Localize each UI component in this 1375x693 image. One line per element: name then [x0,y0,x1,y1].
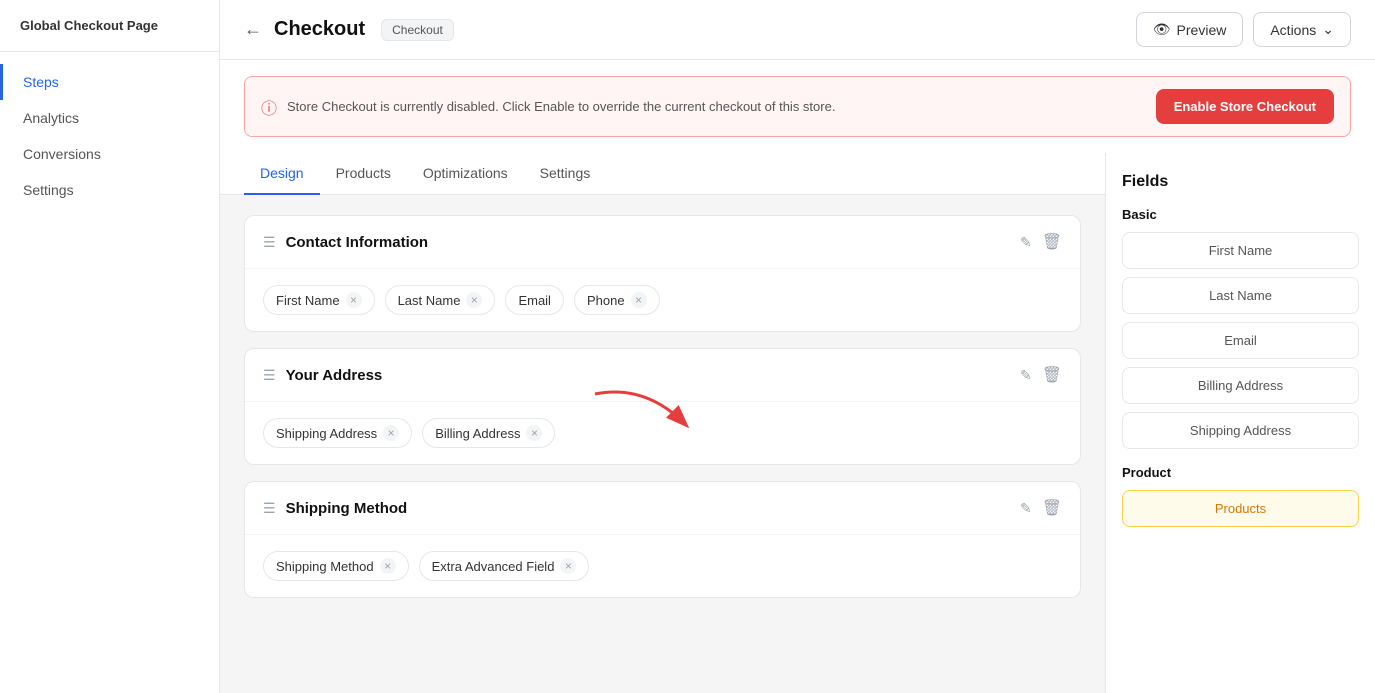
field-tag-email: Email [505,285,564,315]
remove-last-name-button[interactable]: × [466,292,482,308]
fields-product-title: Product [1122,465,1359,480]
header-actions: 👁 Preview Actions ⌄ [1136,12,1351,47]
edit-your-address-icon[interactable]: ✎ [1020,367,1032,384]
field-tag-billing-address: Billing Address × [422,418,555,448]
field-tag-extra-advanced-field: Extra Advanced Field × [419,551,590,581]
section-contact-information-header: ☰ Contact Information ✎ 🗑 [245,216,1080,269]
remove-first-name-button[interactable]: × [346,292,362,308]
sidebar-item-conversions[interactable]: Conversions [0,136,219,172]
section-shipping-method-body: Shipping Method × Extra Advanced Field × [245,535,1080,597]
remove-phone-button[interactable]: × [631,292,647,308]
sidebar-item-steps[interactable]: Steps [0,64,219,100]
delete-your-address-icon[interactable]: 🗑 [1042,365,1062,385]
section-shipping-method-title: Shipping Method [286,500,1006,517]
field-option-first-name[interactable]: First Name [1122,232,1359,269]
remove-shipping-address-button[interactable]: × [383,425,399,441]
section-your-address-title: Your Address [286,367,1006,384]
tab-settings[interactable]: Settings [524,153,607,195]
field-option-last-name[interactable]: Last Name [1122,277,1359,314]
sidebar-item-analytics[interactable]: Analytics [0,100,219,136]
drag-handle-icon: ☰ [263,234,276,251]
enable-store-checkout-button[interactable]: Enable Store Checkout [1156,89,1334,124]
field-tag-last-name: Last Name × [385,285,496,315]
section-contact-information-title: Contact Information [286,234,1006,251]
sidebar-logo: Global Checkout Page [0,0,219,52]
checkout-badge: Checkout [381,19,454,41]
content-area: Design Products Optimizations Settings ☰… [220,153,1375,693]
preview-label: Preview [1177,22,1227,38]
section-your-address-body: Shipping Address × Billing Address × [245,402,1080,464]
field-tag-phone: Phone × [574,285,660,315]
drag-handle-icon: ☰ [263,500,276,517]
remove-extra-advanced-field-button[interactable]: × [560,558,576,574]
actions-button[interactable]: Actions ⌄ [1253,12,1351,47]
field-tag-shipping-address: Shipping Address × [263,418,412,448]
tab-design[interactable]: Design [244,153,320,195]
section-shipping-method-header: ☰ Shipping Method ✎ 🗑 [245,482,1080,535]
edit-contact-information-icon[interactable]: ✎ [1020,234,1032,251]
remove-billing-address-button[interactable]: × [526,425,542,441]
alert-banner: ⓘ Store Checkout is currently disabled. … [244,76,1351,137]
sidebar: Global Checkout Page Steps Analytics Con… [0,0,220,693]
header: ← Checkout Checkout 👁 Preview Actions ⌄ [220,0,1375,60]
field-tag-first-name: First Name × [263,285,375,315]
main-content: ← Checkout Checkout 👁 Preview Actions ⌄ … [220,0,1375,693]
field-tag-email-label: Email [518,293,551,308]
tab-products[interactable]: Products [320,153,407,195]
preview-button[interactable]: 👁 Preview [1136,12,1244,47]
fields-basic-title: Basic [1122,207,1359,222]
delete-shipping-method-icon[interactable]: 🗑 [1042,498,1062,518]
tabs-nav: Design Products Optimizations Settings [220,153,1105,195]
section-contact-information: ☰ Contact Information ✎ 🗑 First Name × [244,215,1081,332]
delete-contact-information-icon[interactable]: 🗑 [1042,232,1062,252]
remove-shipping-method-button[interactable]: × [380,558,396,574]
back-button[interactable]: ← [244,19,262,40]
fields-panel: Fields Basic First Name Last Name Email … [1105,153,1375,693]
field-tag-first-name-label: First Name [276,293,340,308]
field-option-products[interactable]: Products [1122,490,1359,527]
field-tag-shipping-method: Shipping Method × [263,551,409,581]
fields-panel-title: Fields [1122,173,1359,191]
field-tag-shipping-method-label: Shipping Method [276,559,374,574]
field-option-email[interactable]: Email [1122,322,1359,359]
red-arrow-annotation [585,384,705,444]
sections-panel: ☰ Contact Information ✎ 🗑 First Name × [220,195,1105,693]
field-option-shipping-address[interactable]: Shipping Address [1122,412,1359,449]
field-tag-extra-advanced-field-label: Extra Advanced Field [432,559,555,574]
edit-shipping-method-icon[interactable]: ✎ [1020,500,1032,517]
tab-optimizations[interactable]: Optimizations [407,153,524,195]
fields-product-section: Product Products [1122,465,1359,527]
drag-handle-icon: ☰ [263,367,276,384]
field-tag-phone-label: Phone [587,293,625,308]
field-option-billing-address[interactable]: Billing Address [1122,367,1359,404]
sidebar-nav: Steps Analytics Conversions Settings [0,52,219,220]
chevron-down-icon: ⌄ [1322,21,1334,38]
field-tag-shipping-address-label: Shipping Address [276,426,377,441]
tabs-area: Design Products Optimizations Settings ☰… [220,153,1105,693]
page-title: Checkout [274,18,365,41]
section-shipping-method: ☰ Shipping Method ✎ 🗑 Shipping Method × [244,481,1081,598]
alert-text: Store Checkout is currently disabled. Cl… [287,99,1146,114]
alert-icon: ⓘ [261,95,277,119]
actions-label: Actions [1270,22,1316,38]
eye-icon: 👁 [1153,21,1171,38]
field-tag-last-name-label: Last Name [398,293,461,308]
section-contact-information-body: First Name × Last Name × Email [245,269,1080,331]
section-your-address: ☰ Your Address ✎ 🗑 [244,348,1081,465]
field-tag-billing-address-label: Billing Address [435,426,520,441]
sidebar-item-settings[interactable]: Settings [0,172,219,208]
